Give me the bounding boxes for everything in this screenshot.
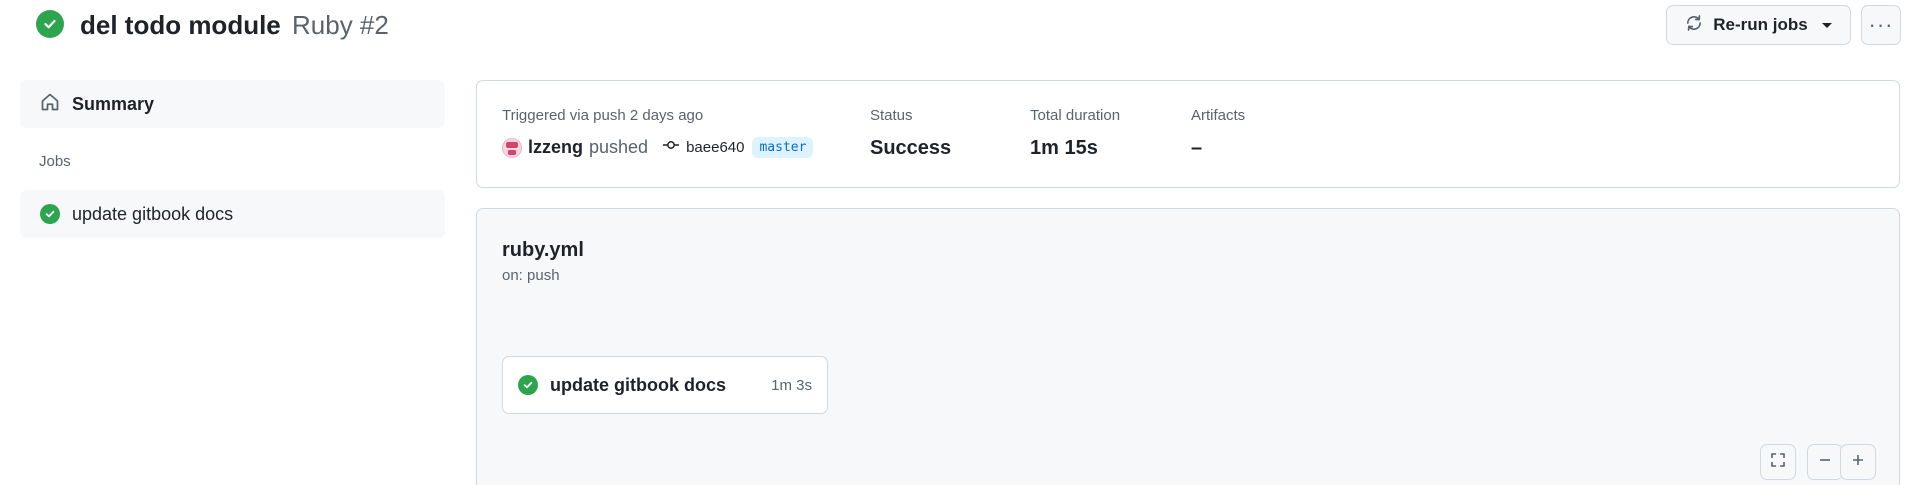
kebab-horizontal-icon: ··· (1868, 12, 1894, 37)
trigger-info: Triggered via push 2 days ago (502, 107, 704, 124)
success-check-icon (40, 204, 60, 224)
success-check-icon (518, 375, 538, 395)
sidebar-item-label: Summary (72, 93, 155, 114)
sidebar-item-job[interactable]: update gitbook docs (20, 190, 445, 238)
push-details: lzzeng pushed baee640 master (502, 137, 814, 158)
success-check-icon (36, 10, 64, 38)
duration-label: Total duration (1030, 107, 1121, 124)
more-options-button[interactable]: ··· (1861, 5, 1901, 45)
job-node[interactable]: update gitbook docs 1m 3s (502, 356, 828, 414)
artifacts-value: – (1191, 137, 1203, 159)
zoom-out-button[interactable] (1807, 444, 1843, 480)
screen-full-icon (1770, 452, 1786, 473)
plus-icon (1850, 452, 1866, 473)
home-icon (40, 92, 60, 117)
run-title: del todo module (80, 10, 281, 40)
status-label: Status (870, 107, 913, 124)
rerun-jobs-label: Re-run jobs (1713, 15, 1808, 34)
rerun-jobs-button[interactable]: Re-run jobs (1666, 5, 1851, 45)
artifacts-label: Artifacts (1191, 107, 1246, 124)
page-title: del todo module Ruby #2 (80, 8, 389, 42)
actor-link[interactable]: lzzeng (528, 137, 583, 158)
job-duration: 1m 3s (771, 376, 812, 394)
git-commit-icon (662, 138, 680, 157)
workflow-trigger: on: push (502, 267, 560, 284)
fullscreen-button[interactable] (1760, 444, 1796, 480)
duration-value: 1m 15s (1030, 137, 1098, 159)
run-workflow-label: Ruby #2 (292, 10, 389, 40)
workflow-graph: ruby.yml on: push update gitbook docs 1m… (476, 208, 1900, 485)
zoom-in-button[interactable] (1840, 444, 1876, 480)
minus-icon (1817, 452, 1833, 473)
run-summary-card: Triggered via push 2 days ago lzzeng pus… (476, 80, 1900, 188)
workflow-file-name: ruby.yml (502, 239, 584, 261)
branch-badge[interactable]: master (752, 137, 814, 158)
sync-icon (1685, 14, 1703, 37)
jobs-heading: Jobs (39, 153, 71, 170)
commit-sha-link[interactable]: baee640 (686, 139, 744, 156)
avatar[interactable] (502, 137, 522, 158)
action-text: pushed (589, 137, 649, 157)
sidebar-item-label: update gitbook docs (72, 203, 234, 224)
sidebar-item-summary[interactable]: Summary (20, 80, 445, 128)
run-header: del todo module Ruby #2 Re-run jobs ··· (0, 0, 1920, 50)
triangle-down-icon (1821, 22, 1832, 28)
status-value: Success (870, 137, 952, 159)
job-name: update gitbook docs (550, 374, 727, 395)
